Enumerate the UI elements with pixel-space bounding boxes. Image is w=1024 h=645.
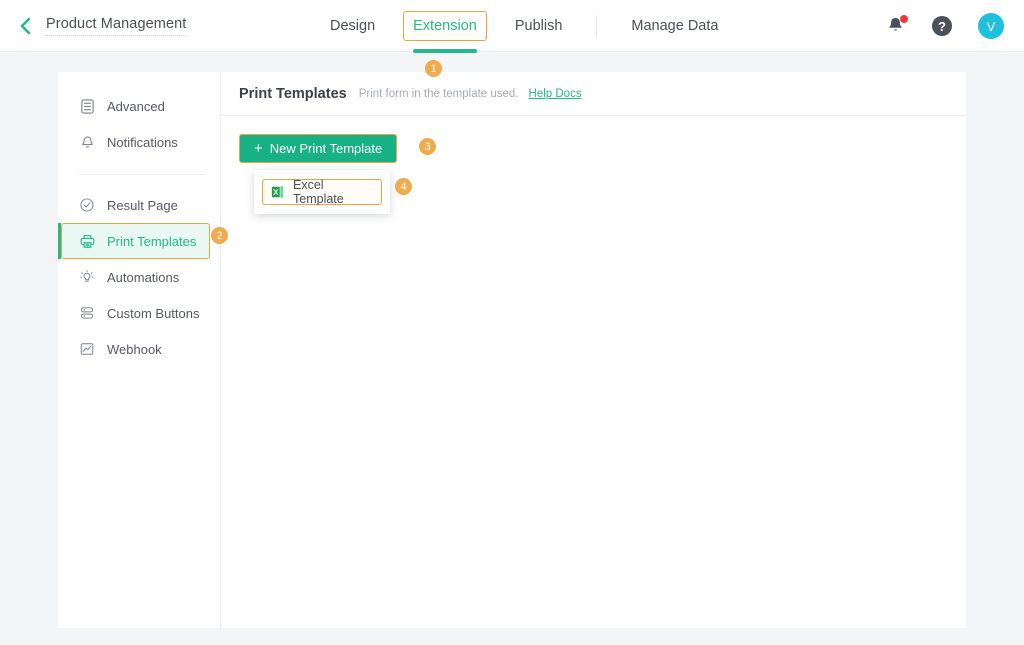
sidebar-divider bbox=[78, 174, 204, 175]
sidebar-item-notifications[interactable]: Notifications bbox=[58, 124, 220, 160]
chevron-left-icon[interactable] bbox=[14, 14, 38, 38]
chart-line-icon bbox=[78, 340, 96, 358]
annotation-badge-2: 2 bbox=[211, 227, 228, 244]
check-circle-icon bbox=[78, 196, 96, 214]
settings-sidebar: Advanced Notifications Result Page bbox=[58, 72, 221, 628]
sidebar-item-print-templates[interactable]: Print Templates bbox=[61, 223, 210, 259]
nav-item-label: Design bbox=[330, 18, 375, 34]
help-glyph: ? bbox=[938, 19, 946, 34]
nav-item-label: Publish bbox=[515, 18, 563, 34]
dropdown-item-excel-template[interactable]: Excel Template bbox=[262, 179, 382, 205]
sidebar-item-label: Automations bbox=[107, 270, 179, 285]
avatar[interactable]: V bbox=[978, 13, 1004, 39]
notification-dot bbox=[900, 15, 908, 23]
nav-item-label: Manage Data bbox=[631, 18, 718, 34]
top-bar: Product Management Design Extension Publ… bbox=[0, 0, 1024, 52]
nav-item-label: Extension bbox=[413, 18, 477, 34]
help-docs-link[interactable]: Help Docs bbox=[529, 88, 582, 100]
sidebar-item-label: Advanced bbox=[107, 99, 165, 114]
main-panel: Advanced Notifications Result Page bbox=[58, 72, 966, 628]
nav-item-manage-data[interactable]: Manage Data bbox=[621, 12, 728, 40]
printer-icon bbox=[78, 232, 96, 250]
sidebar-item-label: Custom Buttons bbox=[107, 306, 200, 321]
sidebar-item-automations[interactable]: Automations bbox=[58, 259, 220, 295]
bell-icon bbox=[78, 133, 96, 151]
content-area: Print Templates Print form in the templa… bbox=[221, 72, 966, 628]
bell-icon[interactable] bbox=[886, 15, 906, 37]
new-print-template-label: New Print Template bbox=[270, 141, 382, 156]
nav-item-extension[interactable]: Extension bbox=[403, 11, 487, 41]
annotation-badge-3: 3 bbox=[419, 138, 436, 155]
sidebar-item-label: Notifications bbox=[107, 135, 178, 150]
avatar-initial: V bbox=[987, 19, 996, 34]
sidebar-item-result-page[interactable]: Result Page bbox=[58, 187, 220, 223]
dropdown-item-label: Excel Template bbox=[293, 178, 373, 206]
annotation-badge-4: 4 bbox=[395, 178, 412, 195]
content-body: + New Print Template Excel Template bbox=[221, 116, 966, 181]
sidebar-item-advanced[interactable]: Advanced bbox=[58, 88, 220, 124]
active-tab-underline bbox=[413, 49, 477, 53]
new-print-template-button[interactable]: + New Print Template bbox=[239, 134, 397, 163]
section-subtitle: Print form in the template used. bbox=[359, 88, 519, 100]
lightbulb-icon bbox=[78, 268, 96, 286]
sidebar-item-label: Result Page bbox=[107, 198, 178, 213]
excel-file-icon bbox=[271, 185, 285, 199]
top-bar-actions: ? V bbox=[886, 0, 1004, 52]
buttons-icon bbox=[78, 304, 96, 322]
new-template-dropdown: Excel Template bbox=[254, 170, 390, 214]
sidebar-item-webhook[interactable]: Webhook bbox=[58, 331, 220, 367]
nav-item-publish[interactable]: Publish bbox=[505, 12, 573, 40]
sidebar-item-custom-buttons[interactable]: Custom Buttons bbox=[58, 295, 220, 331]
sidebar-item-label: Webhook bbox=[107, 342, 162, 357]
sidebar-item-label: Print Templates bbox=[107, 234, 196, 249]
question-mark-icon[interactable]: ? bbox=[932, 16, 952, 36]
main-nav: Design Extension Publish Manage Data bbox=[320, 0, 746, 52]
nav-item-design[interactable]: Design bbox=[320, 12, 385, 40]
content-header: Print Templates Print form in the templa… bbox=[221, 72, 966, 116]
section-title: Print Templates bbox=[239, 86, 347, 102]
page-title: Product Management bbox=[46, 16, 186, 36]
database-icon bbox=[78, 97, 96, 115]
nav-divider bbox=[596, 15, 597, 37]
plus-icon: + bbox=[254, 141, 263, 156]
annotation-badge-1: 1 bbox=[425, 60, 442, 77]
